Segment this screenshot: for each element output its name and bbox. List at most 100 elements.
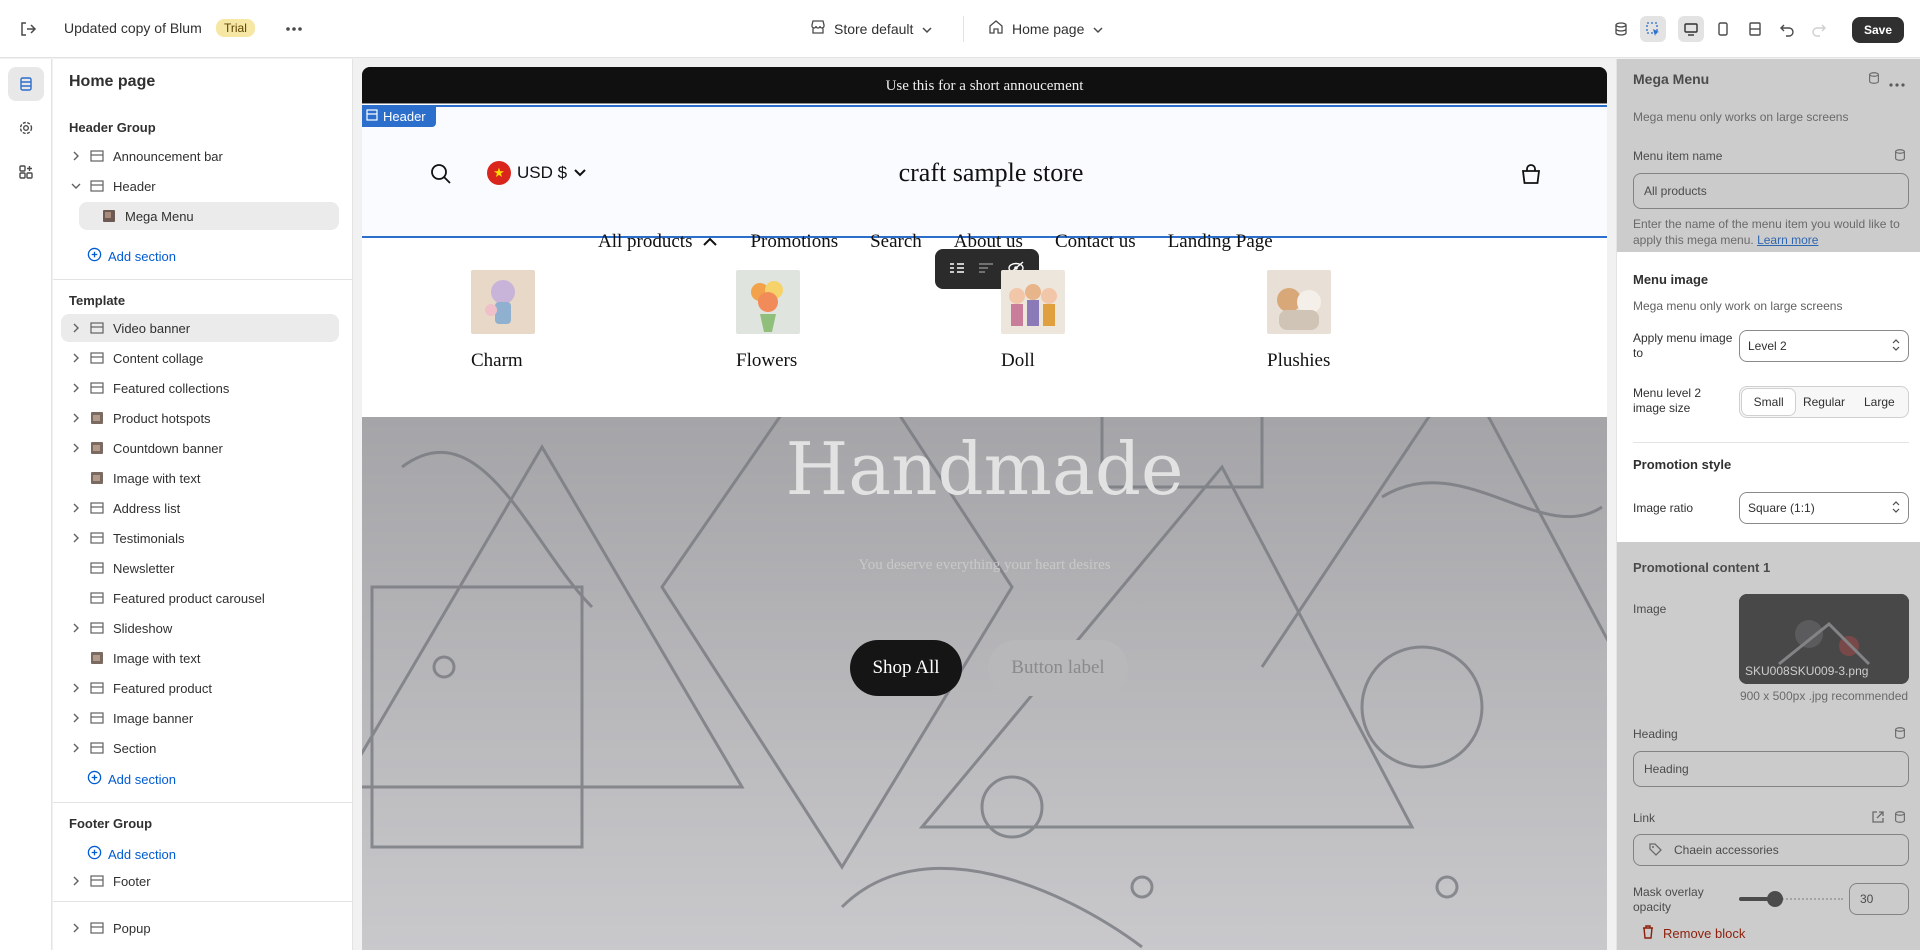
redo-icon[interactable]: [1806, 16, 1832, 42]
add-section-button[interactable]: Add section: [87, 247, 176, 265]
chevron-right-icon[interactable]: [69, 623, 83, 633]
size-option-small[interactable]: Small: [1742, 389, 1796, 415]
add-section-label: Add section: [108, 248, 176, 264]
section-item[interactable]: Header: [61, 172, 339, 200]
template-section-label: Newsletter: [113, 560, 175, 576]
add-section-button[interactable]: Add section: [87, 770, 176, 788]
apply-image-select[interactable]: Level 2: [1739, 330, 1909, 362]
divider: [1633, 442, 1909, 443]
save-button[interactable]: Save: [1852, 17, 1904, 43]
add-section-button[interactable]: Add section: [87, 845, 176, 863]
video-banner-preview[interactable]: Use this for a short annoucement Handmad…: [362, 67, 1607, 950]
template-section-item[interactable]: Image banner: [61, 704, 339, 732]
apps-icon[interactable]: [8, 155, 44, 189]
chevron-right-icon[interactable]: [69, 683, 83, 693]
chevron-up-icon: [702, 237, 718, 247]
template-section-item[interactable]: Slideshow: [61, 614, 339, 642]
block-item-selected[interactable]: Mega Menu: [79, 202, 339, 230]
mega-menu-item[interactable]: Doll: [1001, 270, 1121, 372]
plus-circle-icon: [87, 247, 102, 265]
image-section-icon: [89, 650, 105, 666]
full-width-icon[interactable]: [1742, 16, 1768, 42]
chevron-right-icon[interactable]: [69, 383, 83, 393]
template-section-item[interactable]: Content collage: [61, 344, 339, 372]
page-selector[interactable]: Home page: [988, 19, 1104, 38]
inspector-icon[interactable]: [1640, 16, 1666, 42]
more-actions-icon[interactable]: [282, 17, 306, 41]
template-section-item[interactable]: Section: [61, 734, 339, 762]
template-section-item[interactable]: Image with text: [61, 464, 339, 492]
section-item[interactable]: Footer: [61, 867, 339, 895]
header-preview-selected[interactable]: ★ USD $ craft sample store All products …: [362, 105, 1607, 252]
chevron-right-icon[interactable]: [69, 876, 83, 886]
toolbar-tools: [1608, 16, 1832, 42]
image-ratio-select[interactable]: Square (1:1): [1739, 492, 1909, 524]
nav-item-contact-us[interactable]: Contact us: [1055, 231, 1136, 253]
chevron-right-icon[interactable]: [69, 533, 83, 543]
template-section-item[interactable]: Featured collections: [61, 374, 339, 402]
hero-subtitle: You deserve everything your heart desire…: [858, 557, 1111, 573]
chevron-down-icon[interactable]: [69, 182, 83, 190]
template-section-item[interactable]: Testimonials: [61, 524, 339, 552]
select-arrows-icon: [1892, 338, 1900, 354]
chevron-right-icon[interactable]: [69, 443, 83, 453]
chevron-right-icon[interactable]: [69, 713, 83, 723]
chevron-right-icon[interactable]: [69, 413, 83, 423]
section-item[interactable]: Popup: [61, 914, 339, 942]
home-icon: [988, 19, 1004, 38]
chevron-right-icon[interactable]: [69, 743, 83, 753]
section-icon: [89, 590, 105, 606]
desktop-view-icon[interactable]: [1678, 16, 1704, 42]
sections-icon[interactable]: [8, 67, 44, 101]
template-section-label: Slideshow: [113, 620, 173, 636]
template-section-item[interactable]: Newsletter: [61, 554, 339, 582]
template-section-item[interactable]: Address list: [61, 494, 339, 522]
store-logo[interactable]: craft sample store: [362, 158, 1607, 188]
size-option-large[interactable]: Large: [1853, 389, 1906, 415]
template-section-item[interactable]: Featured product: [61, 674, 339, 702]
template-section-item[interactable]: Product hotspots: [61, 404, 339, 432]
image-size-segmented: Small Regular Large: [1739, 386, 1909, 418]
store-selector[interactable]: Store default: [810, 19, 933, 38]
settings-icon[interactable]: [8, 111, 44, 145]
exit-icon[interactable]: [16, 17, 40, 41]
remove-block-button[interactable]: Remove block: [1641, 925, 1745, 942]
nav-item-landing-page[interactable]: Landing Page: [1168, 231, 1273, 253]
mega-item-label: Plushies: [1267, 350, 1331, 371]
secondary-hero-button[interactable]: Button label: [988, 640, 1128, 696]
mega-menu-item[interactable]: Plushies: [1267, 270, 1387, 372]
size-option-regular[interactable]: Regular: [1797, 389, 1850, 415]
section-item[interactable]: Announcement bar: [61, 142, 339, 170]
template-section-item[interactable]: Featured product carousel: [61, 584, 339, 612]
nav-item-promotions[interactable]: Promotions: [750, 231, 838, 253]
chevron-right-icon[interactable]: [69, 151, 83, 161]
chevron-right-icon[interactable]: [69, 923, 83, 933]
announcement-bar-preview[interactable]: Use this for a short annoucement: [362, 67, 1607, 103]
database-icon[interactable]: [1608, 16, 1634, 42]
block-settings-panel: Mega Menu Mega menu only works on large …: [1616, 59, 1920, 950]
cart-icon[interactable]: [1520, 163, 1542, 188]
main-navigation: All products Promotions Search About us …: [598, 231, 1273, 253]
move-up-icon[interactable]: [949, 261, 965, 278]
mobile-view-icon[interactable]: [1710, 16, 1736, 42]
template-section-item[interactable]: Countdown banner: [61, 434, 339, 462]
shop-all-button[interactable]: Shop All: [850, 640, 962, 696]
section-icon: [89, 620, 105, 636]
image-size-label: Menu level 2 image size: [1633, 386, 1702, 415]
hero-title: Handmade: [785, 427, 1184, 511]
nav-item-label: All products: [598, 231, 693, 252]
nav-item-all-products[interactable]: All products: [598, 231, 718, 253]
nav-item-search[interactable]: Search: [870, 231, 922, 253]
undo-icon[interactable]: [1774, 16, 1800, 42]
image-ratio-label: Image ratio: [1633, 501, 1694, 515]
store-selector-label: Store default: [834, 20, 914, 37]
chevron-right-icon[interactable]: [69, 323, 83, 333]
mega-menu-item[interactable]: Flowers: [736, 270, 856, 372]
chevron-right-icon[interactable]: [69, 503, 83, 513]
move-down-icon[interactable]: [978, 261, 994, 278]
mega-menu-item[interactable]: Charm: [471, 270, 591, 372]
template-section-item[interactable]: Image with text: [61, 644, 339, 672]
chevron-right-icon[interactable]: [69, 353, 83, 363]
template-section-item[interactable]: Video banner: [61, 314, 339, 342]
trash-icon: [1641, 925, 1655, 942]
